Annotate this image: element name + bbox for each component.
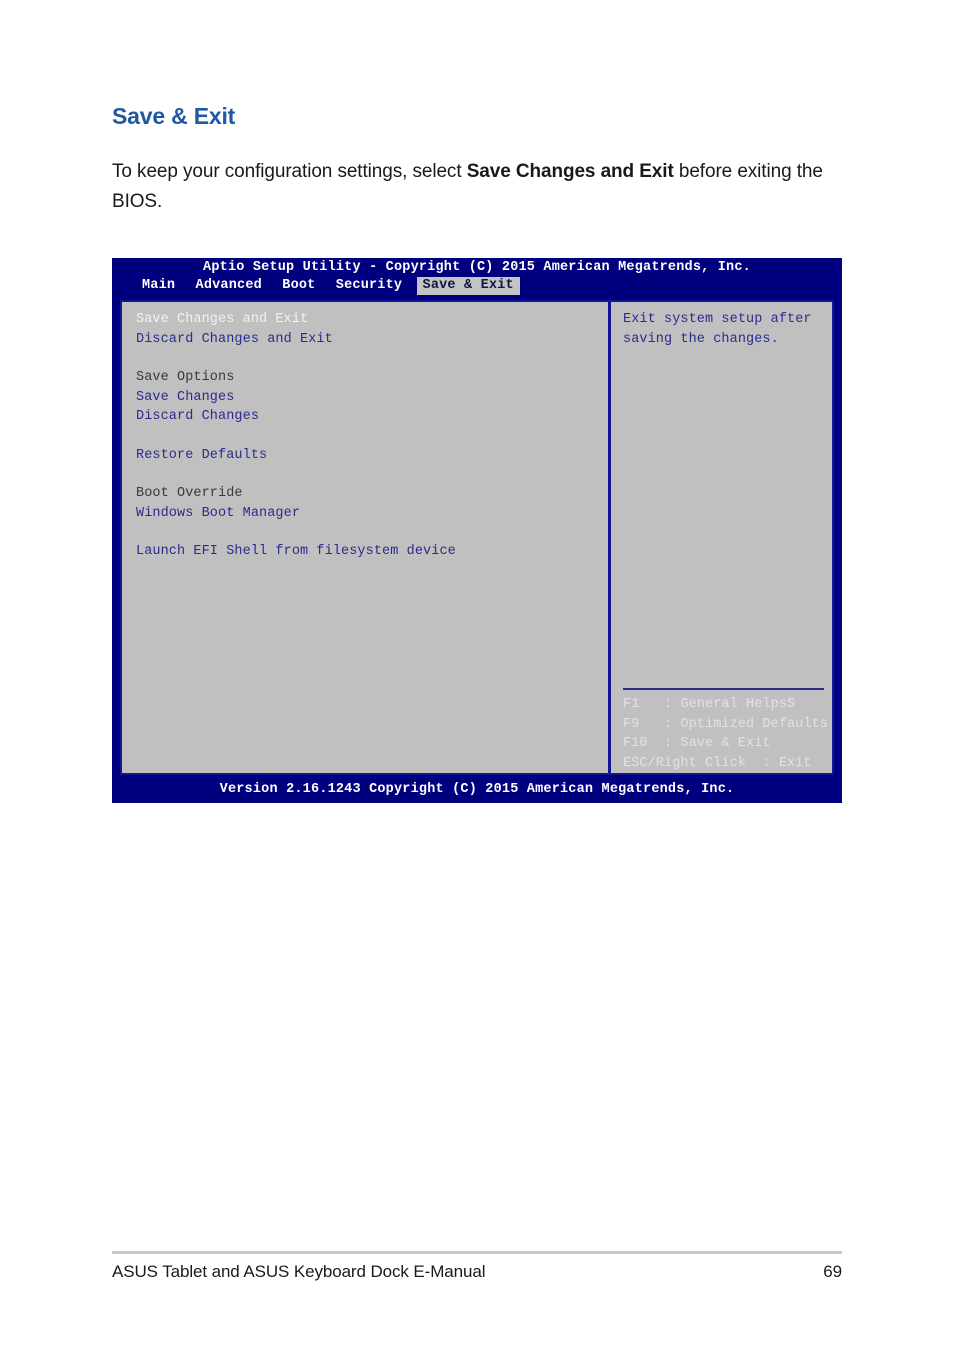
bios-tab-advanced[interactable]: Advanced — [190, 277, 268, 295]
bios-tab-boot[interactable]: Boot — [276, 277, 321, 295]
bios-help-spacer — [623, 349, 832, 688]
bios-menu-item-save-options: Save Options — [136, 370, 235, 385]
footer-manual-title: ASUS Tablet and ASUS Keyboard Dock E-Man… — [112, 1262, 486, 1281]
page-title: Save & Exit — [112, 103, 236, 129]
page-footer: ASUS Tablet and ASUS Keyboard Dock E-Man… — [112, 1262, 842, 1282]
bios-version-footer: Version 2.16.1243 Copyright (C) 2015 Ame… — [112, 777, 842, 803]
bios-menu-item-discard-changes-and-exit[interactable]: Discard Changes and Exit — [136, 330, 608, 350]
bios-tab-save-exit[interactable]: Save & Exit — [416, 277, 520, 295]
bios-menu-spacer — [136, 427, 608, 446]
bios-menu-item-boot-override: Boot Override — [136, 486, 243, 501]
intro-text-bold: Save Changes and Exit — [466, 161, 674, 183]
bios-menu-item-restore-defaults[interactable]: Restore Defaults — [136, 446, 608, 466]
bios-key-hint: F10 : Save & Exit — [623, 736, 771, 751]
bios-screenshot: Aptio Setup Utility - Copyright (C) 2015… — [112, 258, 842, 803]
page-content: Save & Exit To keep your configuration s… — [112, 103, 842, 216]
bios-help-divider — [623, 688, 824, 690]
bios-tab-bar: Main Advanced Boot Security Save & Exit — [112, 277, 842, 295]
bios-menu-spacer — [136, 465, 608, 484]
bios-key-hint: ESC/Right Click : Exit — [623, 755, 812, 771]
bios-menu-spacer — [136, 349, 608, 368]
footer-page-number: 69 — [823, 1262, 842, 1281]
bios-menu-item-save-changes[interactable]: Save Changes — [136, 388, 608, 408]
bios-menu-item-save-changes-and-exit[interactable]: Save Changes and Exit — [136, 310, 608, 330]
bios-tab-main[interactable]: Main — [136, 277, 181, 295]
bios-key-hints: F1 : General HelpsS F9 : Optimized Defaul… — [623, 695, 832, 773]
bios-frame: Save Changes and Exit Discard Changes and… — [120, 300, 834, 775]
bios-banner: Aptio Setup Utility - Copyright (C) 2015… — [203, 260, 751, 275]
bios-menu-spacer — [136, 523, 608, 542]
footer-divider — [112, 1251, 842, 1254]
bios-help-line: saving the changes. — [623, 331, 779, 347]
bios-key-hint: F9 : Optimized Defaults — [623, 716, 829, 732]
bios-menu-panel: Save Changes and Exit Discard Changes and… — [122, 302, 611, 773]
bios-menu-item-windows-boot-manager[interactable]: Windows Boot Manager — [136, 504, 608, 524]
bios-tab-security[interactable]: Security — [330, 277, 408, 295]
bios-help-line: Exit system setup after — [623, 312, 812, 327]
bios-menu-item-discard-changes[interactable]: Discard Changes — [136, 407, 608, 427]
bios-key-hint: F1 : General HelpsS — [623, 697, 796, 712]
bios-help-text: Exit system setup after saving the change… — [623, 310, 832, 349]
bios-menu-item-launch-efi-shell-from-filesystem-device[interactable]: Launch EFI Shell from filesystem device — [136, 542, 608, 562]
bios-help-panel: Exit system setup after saving the change… — [611, 302, 832, 773]
intro-paragraph: To keep your configuration settings, sel… — [112, 157, 842, 216]
intro-text-before: To keep your configuration settings, sel… — [112, 161, 467, 183]
